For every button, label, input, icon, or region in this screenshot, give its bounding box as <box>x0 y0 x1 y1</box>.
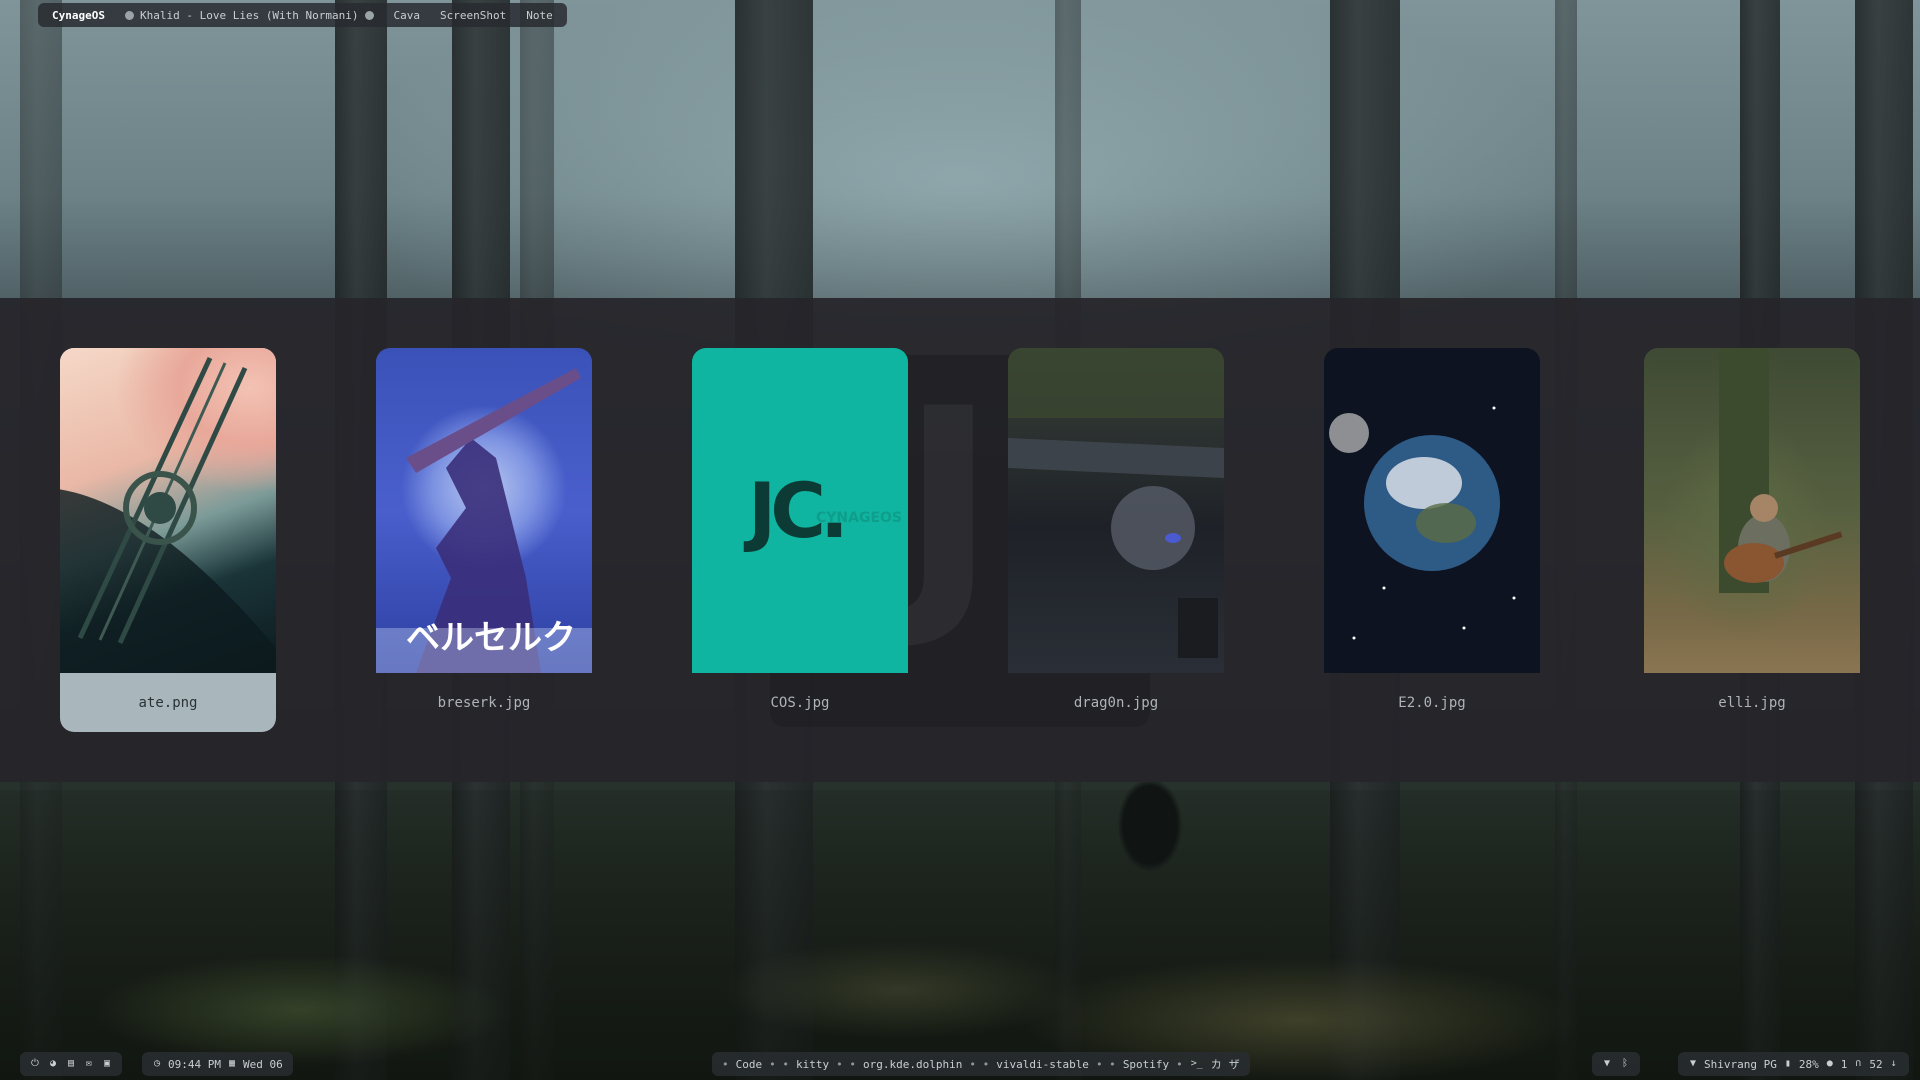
status-pill: ▼ Shivrang PG ▮ 28% ● 1 ∩ 52 ↓ <box>1678 1052 1909 1076</box>
wallpaper-card-earth[interactable]: E2.0.jpg <box>1324 348 1540 732</box>
count-a: 1 <box>1840 1057 1848 1071</box>
wallpaper-filename: ate.png <box>138 694 198 711</box>
bluetooth-icon[interactable]: ᛒ <box>1620 1059 1630 1069</box>
power-icon[interactable]: ⏻ <box>30 1059 40 1069</box>
wifi-icon: ▼ <box>1689 1058 1697 1069</box>
task-code[interactable]: Code <box>736 1058 763 1071</box>
wallpaper-thumbnail: ベルセルク <box>376 348 592 673</box>
screenshot-button[interactable]: ScreenShot <box>440 9 506 22</box>
wifi-network-name[interactable]: Shivrang PG <box>1704 1058 1777 1071</box>
breserk-title: ベルセルク <box>406 618 576 658</box>
wallpaper-card-breserk[interactable]: ベルセルク breserk.jpg <box>376 348 592 732</box>
palette-icon[interactable]: ◕ <box>48 1059 58 1069</box>
calendar-icon: ▦ <box>228 1058 235 1069</box>
clock-date: Wed 06 <box>242 1057 283 1071</box>
now-playing[interactable]: Khalid - Love Lies (With Normani) <box>124 8 374 22</box>
task-kitty[interactable]: kitty <box>796 1058 829 1071</box>
wallpaper-card-cos[interactable]: JC. CYNAGEOS COS.jpg <box>692 348 908 732</box>
note-button[interactable]: Note <box>526 9 553 22</box>
music-disc-icon <box>364 10 374 20</box>
mail-icon[interactable]: ✉ <box>84 1059 94 1069</box>
task-dolphin[interactable]: org.kde.dolphin <box>863 1058 962 1071</box>
top-bar-pill: CynageOS Khalid - Love Lies (With Norman… <box>38 3 567 27</box>
wallpaper-filename: E2.0.jpg <box>1398 694 1466 711</box>
clock-widget[interactable]: ◷ 09:44 PM ▦ Wed 06 <box>142 1052 293 1076</box>
music-disc-icon <box>124 10 134 20</box>
cava-button[interactable]: Cava <box>394 9 421 22</box>
top-bar: CynageOS Khalid - Love Lies (With Norman… <box>0 0 1920 30</box>
wallpaper-thumbnail <box>1644 348 1860 673</box>
wallpaper-filename: COS.jpg <box>770 694 830 711</box>
battery-level: 28% <box>1798 1057 1819 1071</box>
battery-icon: ▮ <box>1784 1058 1791 1069</box>
volume-level[interactable]: 52 <box>1869 1058 1882 1071</box>
bottom-bar: ⏻ ◕ ▤ ✉ ▣ ◷ 09:44 PM ▦ Wed 06 • Code • •… <box>0 1051 1920 1078</box>
wallpaper-filename: drag0n.jpg <box>1073 694 1159 711</box>
wallpaper-card-dragon[interactable]: drag0n.jpg <box>1008 348 1224 732</box>
wallpaper-thumbnail: JC. CYNAGEOS <box>692 348 908 673</box>
glyph-button-ka[interactable]: カ <box>1211 1056 1222 1072</box>
connectivity-pill: ▼ ᛒ <box>1592 1052 1640 1076</box>
taskbar: • Code • • kitty • • org.kde.dolphin • •… <box>712 1052 1250 1076</box>
wallpaper-card-ate[interactable]: ate.png <box>60 348 276 732</box>
terminal-icon[interactable]: >_ <box>1190 1059 1204 1069</box>
now-playing-title: Khalid - Love Lies (With Normani) <box>139 8 359 22</box>
wallpaper-filename: breserk.jpg <box>437 694 531 711</box>
cos-logo-subtitle: CYNAGEOS <box>816 510 903 526</box>
archive-icon[interactable]: ▣ <box>102 1059 112 1069</box>
quick-actions: ⏻ ◕ ▤ ✉ ▣ <box>20 1052 122 1076</box>
wallpaper-thumbnail <box>1008 348 1224 673</box>
clock-time: 09:44 PM <box>168 1057 221 1071</box>
brand-label[interactable]: CynageOS <box>52 9 105 22</box>
task-spotify[interactable]: Spotify <box>1123 1058 1169 1071</box>
headphones-icon: ∩ <box>1855 1058 1862 1069</box>
wallpaper-thumbnail <box>60 348 276 673</box>
task-vivaldi[interactable]: vivaldi-stable <box>996 1058 1089 1071</box>
files-icon[interactable]: ▤ <box>66 1059 76 1069</box>
download-icon[interactable]: ↓ <box>1889 1059 1899 1069</box>
wallpaper-filename: elli.jpg <box>1718 694 1786 711</box>
wallpaper-card-elli[interactable]: elli.jpg <box>1644 348 1860 732</box>
clock-icon: ◷ <box>153 1058 161 1069</box>
info-icon: ● <box>1826 1058 1833 1069</box>
glyph-button-za[interactable]: ザ <box>1229 1056 1240 1072</box>
wifi-icon[interactable]: ▼ <box>1602 1059 1612 1069</box>
wallpaper-thumbnail <box>1324 348 1540 673</box>
